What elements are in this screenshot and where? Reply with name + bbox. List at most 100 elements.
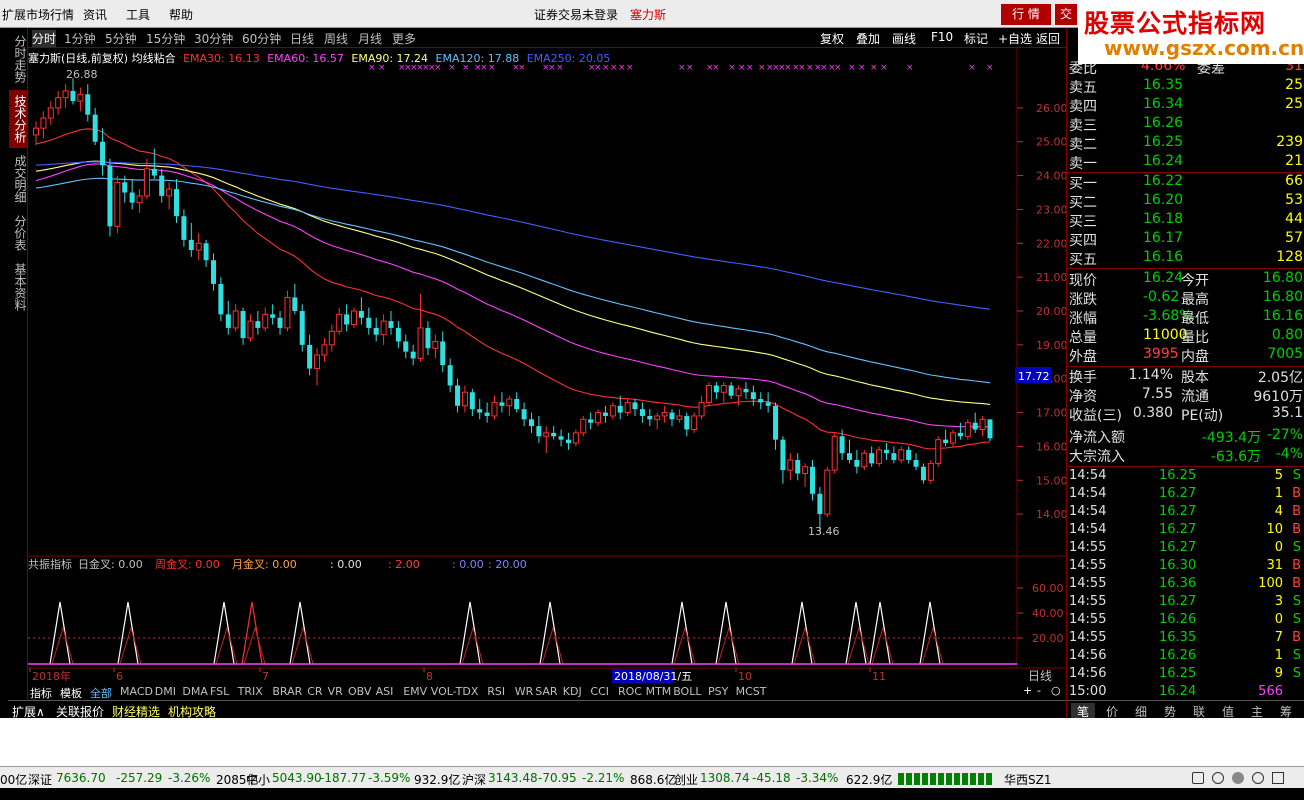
period-day[interactable]: 日线 bbox=[290, 30, 314, 47]
indicator-tab-dmi[interactable]: DMI bbox=[155, 685, 176, 698]
f10-button[interactable]: F10 bbox=[931, 30, 953, 44]
signal-marker: × bbox=[712, 63, 720, 73]
flow-value: -493.4万 bbox=[1201, 430, 1261, 446]
tick-price: 16.27 bbox=[1159, 540, 1197, 555]
candle-body bbox=[307, 344, 313, 369]
ask-price: 16.35 bbox=[1143, 77, 1184, 93]
candle-body bbox=[661, 412, 668, 417]
fund-value-2: 9610万 bbox=[1253, 389, 1303, 405]
indicator-tab-cci[interactable]: CCI bbox=[590, 685, 609, 698]
candle-body bbox=[232, 310, 239, 329]
menu-item-tools[interactable]: 工具 bbox=[126, 6, 150, 23]
draw-button[interactable]: 画线 bbox=[892, 30, 916, 47]
back-button[interactable]: 返回 bbox=[1036, 30, 1060, 47]
tab-trade-detail[interactable]: 成交明细 bbox=[9, 150, 27, 208]
indicator-tab-asi[interactable]: ASI bbox=[376, 685, 394, 698]
tab-technical[interactable]: 技术分析 bbox=[9, 90, 27, 148]
sound-icon[interactable] bbox=[1212, 772, 1224, 784]
menu-item-market[interactable]: 扩展市场行情 bbox=[2, 6, 74, 23]
indicator-tab-kdj[interactable]: KDJ bbox=[563, 685, 582, 698]
indicator-tab-sar[interactable]: SAR bbox=[535, 685, 557, 698]
menu-item-news[interactable]: 资讯 bbox=[83, 6, 107, 23]
flow-pct: -4% bbox=[1275, 446, 1303, 462]
cy-value: 1308.74 bbox=[700, 771, 750, 785]
period-intraday[interactable]: 分时 bbox=[32, 30, 57, 47]
indicator-tab-mcst[interactable]: MCST bbox=[736, 685, 767, 698]
indicator-tab-fsl[interactable]: FSL bbox=[210, 685, 229, 698]
period-month[interactable]: 月线 bbox=[358, 30, 382, 47]
indicator-tab-psy[interactable]: PSY bbox=[708, 685, 728, 698]
hs-value: 3143.48 bbox=[488, 771, 538, 785]
quote-label: 涨跌 bbox=[1069, 292, 1097, 308]
period-more[interactable]: 更多 bbox=[392, 30, 416, 47]
tab-price-table[interactable]: 分价表 bbox=[9, 210, 27, 256]
indicator-tab-vr[interactable]: VR bbox=[328, 685, 343, 698]
fundamental-row: 收益(三) 0.380 PE(动) 35.1 bbox=[1067, 405, 1304, 424]
fund-label-2: PE(动) bbox=[1181, 408, 1224, 424]
indicator-tab-obv[interactable]: OBV bbox=[348, 685, 371, 698]
zoom-out-button[interactable]: - bbox=[1037, 684, 1041, 697]
period-15min[interactable]: 15分钟 bbox=[146, 30, 185, 47]
cy-label: 创业 bbox=[674, 773, 699, 787]
tick-time: 15:00 bbox=[1069, 684, 1107, 699]
indicator-tab-cr[interactable]: CR bbox=[307, 685, 322, 698]
settings-icon[interactable] bbox=[1272, 772, 1284, 784]
ask-row: 卖三 16.26 bbox=[1067, 115, 1304, 134]
indicator-tab-rsi[interactable]: RSI bbox=[487, 685, 505, 698]
period-60min[interactable]: 60分钟 bbox=[242, 30, 281, 47]
indicator-tab-全部[interactable]: 全部 bbox=[90, 685, 112, 701]
candle-body bbox=[166, 188, 173, 197]
indicator-tab-emv[interactable]: EMV bbox=[403, 685, 427, 698]
reset-zoom-button[interactable]: ○ bbox=[1051, 684, 1061, 697]
indicator-tab-mtm[interactable]: MTM bbox=[646, 685, 672, 698]
indicator-tab-dma[interactable]: DMA bbox=[182, 685, 208, 698]
period-1min[interactable]: 1分钟 bbox=[64, 30, 96, 47]
mark-button[interactable]: 标记 bbox=[964, 30, 988, 47]
network-icon[interactable] bbox=[1232, 772, 1244, 784]
fund-value-2: 2.05亿 bbox=[1257, 370, 1303, 386]
candle-body bbox=[632, 402, 638, 410]
indicator-tab-macd[interactable]: MACD bbox=[120, 685, 153, 698]
trade-button[interactable]: 交 bbox=[1055, 4, 1077, 25]
indicator-tab-boll[interactable]: BOLL bbox=[673, 685, 701, 698]
quote-value: 3995 bbox=[1143, 346, 1179, 362]
candle-body bbox=[536, 426, 542, 437]
indicator-tab-vol-tdx[interactable]: VOL-TDX bbox=[431, 685, 479, 698]
indicator-tab-roc[interactable]: ROC bbox=[618, 685, 642, 698]
fund-value: 0.380 bbox=[1132, 405, 1173, 421]
quote-value-2: 16.80 bbox=[1262, 289, 1303, 305]
price-chart[interactable]: 26.00 25.00 24.00 23.00 22.00 21.00 20.00 19.00… bbox=[28, 48, 1066, 688]
zoom-in-button[interactable]: + bbox=[1023, 684, 1032, 697]
indicator-tab-指标[interactable]: 指标 bbox=[30, 685, 52, 701]
tick-volume: 0 bbox=[1274, 612, 1283, 627]
tab-intraday[interactable]: 分时走势 bbox=[9, 30, 27, 88]
message-icon[interactable] bbox=[1192, 772, 1204, 784]
period-week[interactable]: 周线 bbox=[324, 30, 348, 47]
adjust-button[interactable]: 复权 bbox=[820, 30, 844, 47]
candle-body bbox=[395, 327, 401, 342]
quote-button[interactable]: 行 情 bbox=[1001, 4, 1051, 25]
indicator-tab-trix[interactable]: TRIX bbox=[238, 685, 263, 698]
period-30min[interactable]: 30分钟 bbox=[194, 30, 233, 47]
overlay-button[interactable]: 叠加 bbox=[856, 30, 880, 47]
add-watchlist-button[interactable]: +自选 bbox=[998, 30, 1032, 47]
indicator-tab-wr[interactable]: WR bbox=[515, 685, 534, 698]
tab-fundamentals[interactable]: 基本资料 bbox=[9, 258, 27, 316]
candle-body bbox=[188, 239, 194, 251]
hs-change: -70.95 bbox=[538, 771, 577, 785]
candle-body bbox=[810, 466, 816, 494]
candle-body bbox=[758, 399, 764, 403]
indicator-tab-brar[interactable]: BRAR bbox=[272, 685, 302, 698]
signal-marker: × bbox=[820, 63, 828, 73]
bid-label: 买四 bbox=[1069, 233, 1097, 249]
candle-body bbox=[979, 418, 986, 431]
candle-body bbox=[957, 432, 963, 437]
indicator-tab-模板[interactable]: 模板 bbox=[60, 685, 82, 701]
candle-body bbox=[876, 449, 883, 464]
candle-body bbox=[795, 459, 801, 474]
menu-item-help[interactable]: 帮助 bbox=[169, 6, 193, 23]
candle-body bbox=[698, 401, 705, 417]
alarm-icon[interactable] bbox=[1252, 772, 1264, 784]
ask-price: 16.34 bbox=[1143, 96, 1184, 112]
period-5min[interactable]: 5分钟 bbox=[105, 30, 137, 47]
